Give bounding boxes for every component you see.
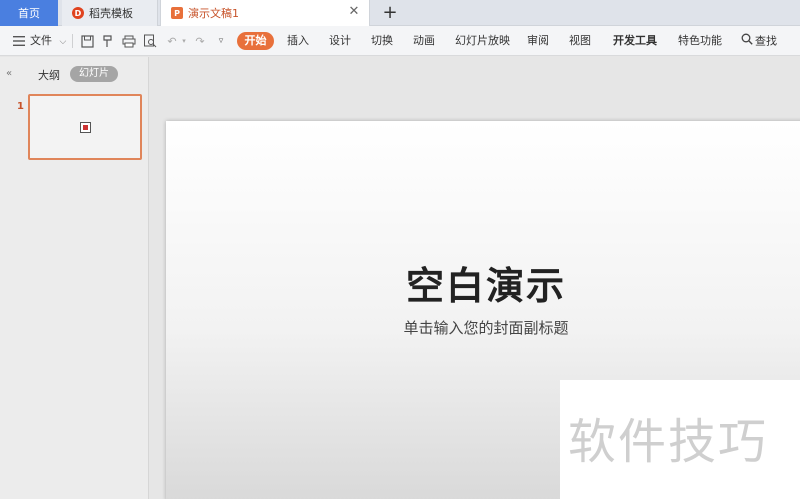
format-painter-icon[interactable]: [100, 33, 116, 49]
menu-icon[interactable]: [11, 33, 27, 49]
slide-number: 1: [17, 101, 24, 112]
search-button[interactable]: 查找: [741, 33, 777, 49]
docer-icon: D: [72, 7, 84, 19]
tab-insert[interactable]: 插入: [287, 33, 309, 49]
slide-subtitle[interactable]: 单击输入您的封面副标题: [166, 317, 800, 338]
customize-icon[interactable]: ▿: [213, 33, 229, 49]
tab-document[interactable]: P 演示文稿1 ✕: [160, 0, 370, 26]
toolbar-divider: [72, 34, 73, 48]
tab-document-label: 演示文稿1: [188, 7, 239, 20]
tab-slideshow[interactable]: 幻灯片放映: [455, 33, 510, 49]
slide-thumbnail[interactable]: [28, 94, 142, 160]
redo-icon[interactable]: ↷: [192, 33, 208, 49]
plus-icon[interactable]: +: [381, 2, 399, 24]
undo-dropdown-icon[interactable]: ▾: [176, 33, 192, 49]
chevron-down-icon: ⌵: [59, 37, 67, 47]
tab-outline[interactable]: 大纲: [38, 67, 60, 83]
tab-docer-templates[interactable]: D 稻壳模板: [62, 0, 158, 26]
tab-special-features[interactable]: 特色功能: [678, 33, 722, 49]
tab-home[interactable]: 首页: [0, 0, 58, 26]
collapse-panel-icon[interactable]: «: [6, 68, 12, 79]
file-menu-label: 文件: [30, 34, 52, 47]
tab-review[interactable]: 审阅: [527, 33, 549, 49]
tab-slides[interactable]: 幻灯片: [70, 66, 118, 82]
tab-bar: 首页 D 稻壳模板 P 演示文稿1 ✕ +: [0, 0, 800, 26]
slides-panel: « 大纲 幻灯片 1: [0, 57, 149, 499]
watermark: 软件技巧: [560, 380, 800, 499]
watermark-text: 软件技巧: [568, 414, 769, 470]
image-placeholder-icon: [80, 122, 91, 133]
save-icon[interactable]: [79, 33, 95, 49]
print-preview-icon[interactable]: [142, 33, 158, 49]
close-icon[interactable]: ✕: [347, 5, 361, 19]
print-icon[interactable]: [121, 33, 137, 49]
toolbar: 文件 ⌵ ↶ ▾ ↷ ▿ 开始 插入 设计 切换 动画 幻灯片放映 审阅 视图 …: [0, 26, 800, 56]
tab-docer-label: 稻壳模板: [89, 7, 133, 20]
tab-view[interactable]: 视图: [569, 33, 591, 49]
search-label: 查找: [755, 34, 777, 48]
tab-transition[interactable]: 切换: [371, 33, 393, 49]
tab-animation[interactable]: 动画: [413, 33, 435, 49]
tab-developer[interactable]: 开发工具: [613, 33, 657, 49]
file-menu[interactable]: 文件 ⌵: [30, 33, 66, 49]
slide-title[interactable]: 空白演示: [166, 255, 800, 310]
tab-home-label: 首页: [18, 7, 40, 20]
search-icon: [741, 33, 753, 50]
tab-start[interactable]: 开始: [237, 32, 274, 50]
presentation-icon: P: [171, 7, 183, 19]
tab-design[interactable]: 设计: [329, 33, 351, 49]
